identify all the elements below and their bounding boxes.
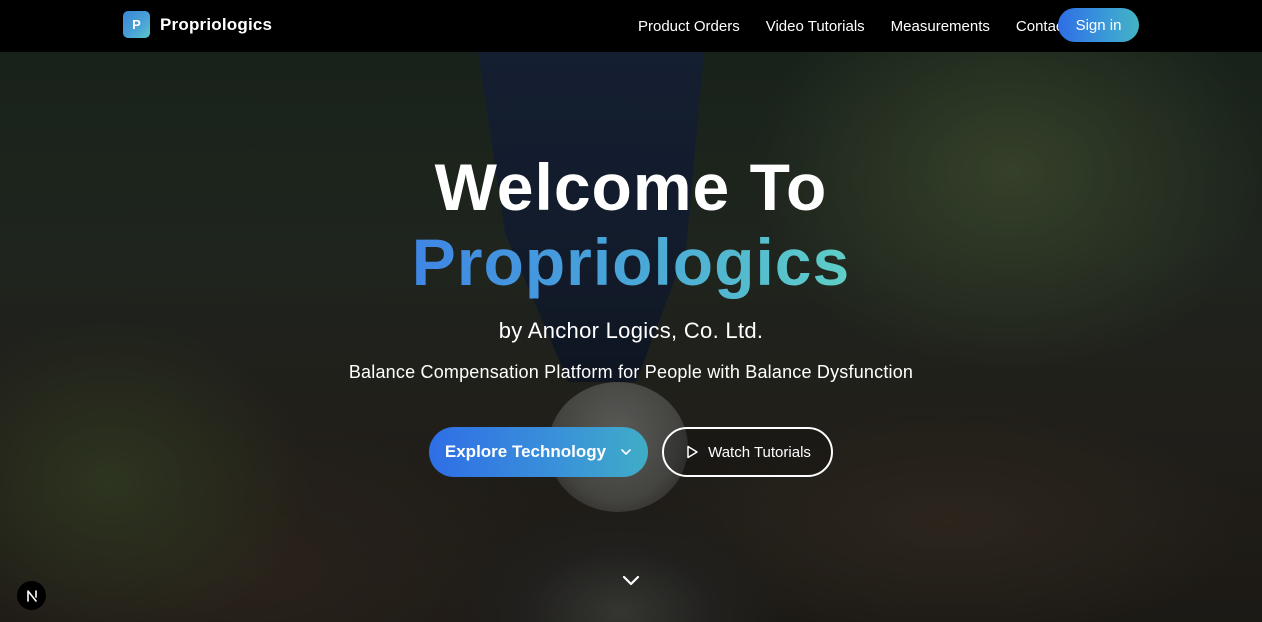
explore-technology-label: Explore Technology [444, 442, 607, 461]
hero-section: Welcome To Propriologics by Anchor Logic… [0, 52, 1262, 622]
nav-link-measurements[interactable]: Measurements [891, 18, 990, 35]
hero-tagline: Balance Compensation Platform for People… [348, 362, 914, 382]
brand-link[interactable]: P Propriologics [123, 11, 272, 38]
nav-link-video-tutorials[interactable]: Video Tutorials [766, 18, 865, 35]
scroll-down-chevron-icon[interactable] [621, 574, 641, 588]
brand-logo: P [123, 11, 150, 38]
next-n-glyph-icon [26, 589, 37, 602]
nav-links: Product Orders Video Tutorials Measureme… [638, 0, 1068, 52]
hero-content: Welcome To Propriologics by Anchor Logic… [0, 52, 1262, 622]
next-logo-icon[interactable] [17, 581, 46, 610]
brand-name: Propriologics [160, 14, 273, 34]
top-navbar: P Propriologics Product Orders Video Tut… [0, 0, 1262, 52]
watch-tutorials-label: Watch Tutorials [708, 443, 811, 461]
explore-technology-button[interactable]: Explore Technology [429, 427, 648, 477]
watch-tutorials-button[interactable]: Watch Tutorials [662, 427, 833, 477]
chevron-down-icon [621, 449, 631, 455]
hero-title-brand: Propriologics [411, 225, 851, 299]
hero-title-line1: Welcome To [434, 150, 828, 224]
hero-byline: by Anchor Logics, Co. Ltd. [498, 318, 764, 343]
hero-title-line2: Propriologics [0, 224, 1262, 300]
sign-in-button[interactable]: Sign in [1058, 8, 1139, 42]
play-icon [687, 445, 698, 459]
nav-link-product-orders[interactable]: Product Orders [638, 18, 740, 35]
